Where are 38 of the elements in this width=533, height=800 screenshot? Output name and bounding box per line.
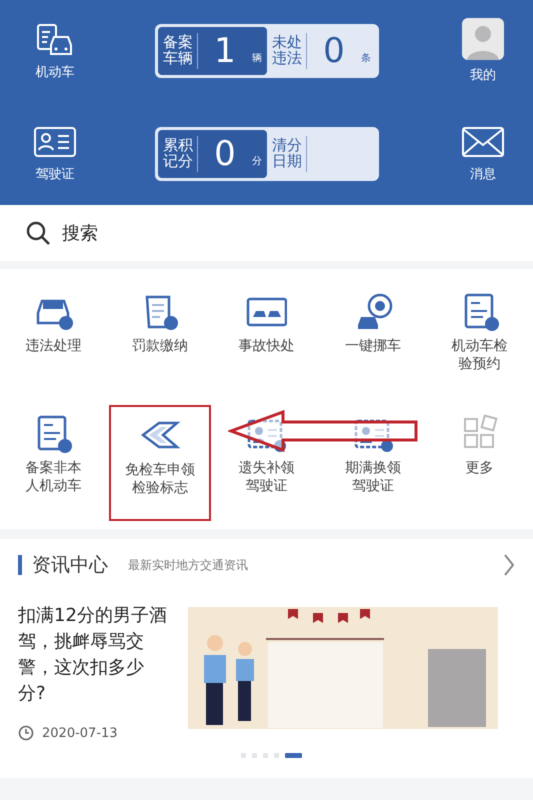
- mail-icon: [461, 124, 505, 158]
- avatar-icon: [462, 18, 504, 60]
- car-document-icon: [35, 21, 75, 57]
- stat-label: 累积记分: [163, 138, 193, 170]
- clock-icon: [18, 725, 34, 742]
- search-field[interactable]: 搜索: [0, 205, 533, 269]
- nav-label[interactable]: 机动车: [36, 63, 74, 81]
- service-label[interactable]: 更多: [466, 459, 494, 478]
- section-subtitle: 最新实时地方交通资讯: [128, 556, 249, 574]
- stat-value: 1: [213, 34, 237, 68]
- id-card-icon: [33, 124, 77, 158]
- service-label[interactable]: 备案非本人机动车: [22, 459, 84, 496]
- stat-unit: 分: [252, 154, 262, 168]
- search-icon: [26, 221, 50, 245]
- stat-value: 0: [213, 136, 237, 170]
- stat-unit: 辆: [252, 52, 262, 65]
- nav-label[interactable]: 驾驶证: [36, 164, 74, 182]
- section-title: 资讯中心: [32, 553, 108, 578]
- service-label[interactable]: 罚款缴纳: [132, 337, 188, 356]
- news-headline[interactable]: 扣满12分的男子酒驾，挑衅辱骂交警，这次扣多少分?: [18, 603, 168, 708]
- nav-label[interactable]: 我的: [470, 66, 496, 84]
- service-label[interactable]: 违法处理: [25, 337, 82, 356]
- stat-label: 未处违法: [272, 35, 302, 67]
- service-label[interactable]: 机动车检验预约: [448, 337, 510, 374]
- stat-card[interactable]: 累积记分 0 分 清分日期: [155, 126, 379, 180]
- stat-value: 0: [322, 34, 346, 68]
- stat-label: 清分日期: [272, 138, 302, 170]
- service-label[interactable]: 期满换领驾驶证: [342, 459, 404, 496]
- stat-unit: 条: [361, 52, 371, 65]
- service-label[interactable]: 遗失补领驾驶证: [236, 459, 298, 496]
- chevron-right-icon: [503, 553, 515, 577]
- stat-label: 备案车辆: [163, 35, 193, 67]
- nav-label[interactable]: 消息: [470, 164, 496, 182]
- service-label[interactable]: 一键挪车: [345, 337, 402, 356]
- stat-card[interactable]: 备案车辆 1 辆 未处违法 0 条: [155, 24, 379, 78]
- highlighted-service-item[interactable]: 免检车申领检验标志: [108, 405, 212, 521]
- service-label[interactable]: 事故快处: [238, 337, 294, 356]
- date-text: 2020-07-13: [42, 726, 118, 741]
